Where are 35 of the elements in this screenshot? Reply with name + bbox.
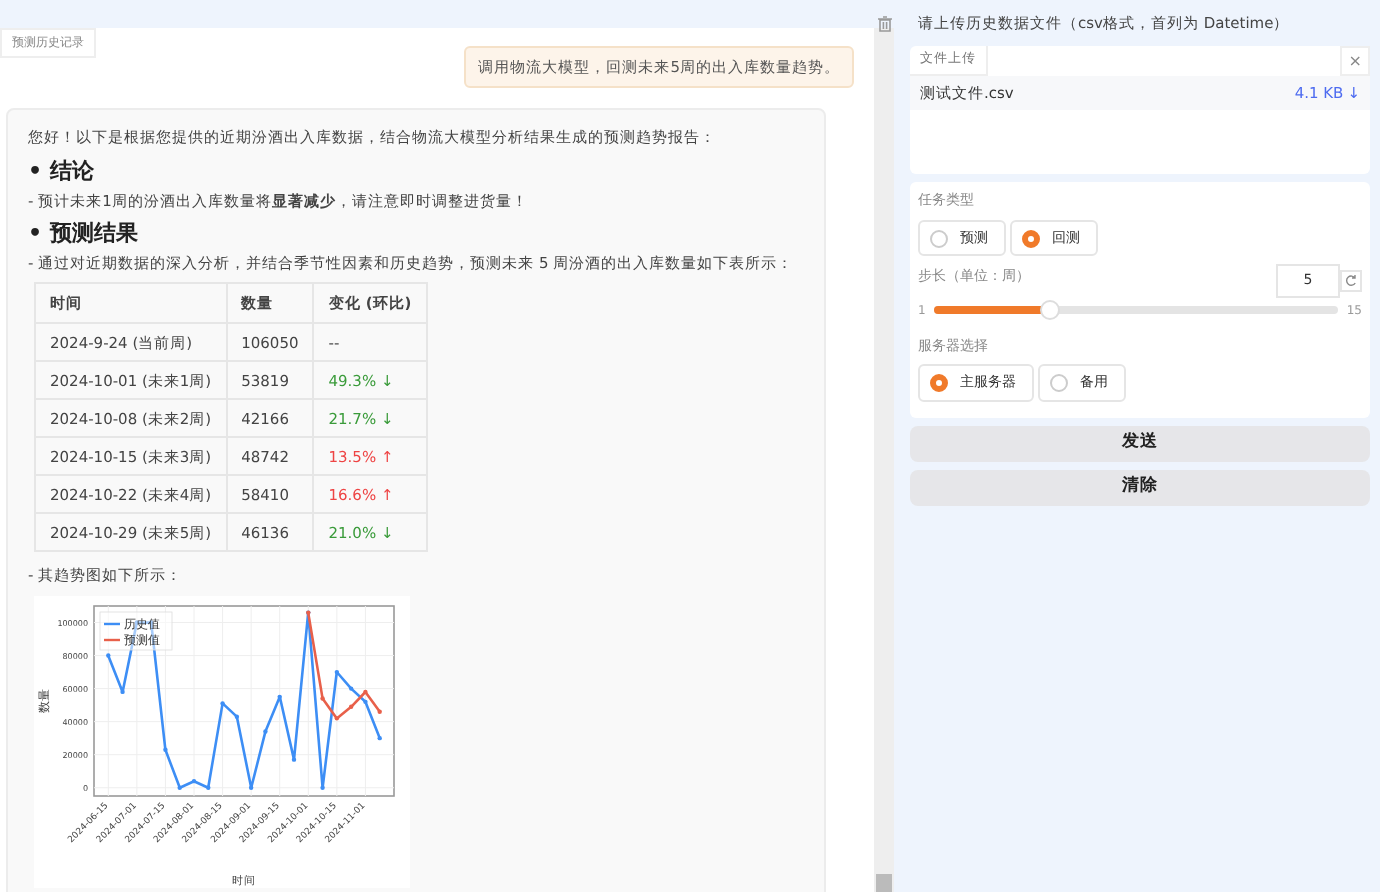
chart-legend bbox=[99, 610, 173, 650]
data-point bbox=[234, 713, 240, 719]
data-point bbox=[120, 688, 125, 694]
data-point bbox=[363, 698, 368, 704]
close-button[interactable]: × bbox=[1340, 46, 1370, 76]
action-button[interactable]: 清除 bbox=[910, 469, 1370, 506]
data-point bbox=[291, 756, 297, 762]
scrollbar-thumb[interactable] bbox=[876, 874, 892, 892]
data-point bbox=[363, 688, 368, 694]
data-point bbox=[320, 695, 325, 700]
data-point bbox=[277, 693, 282, 699]
slider-track[interactable] bbox=[933, 306, 1339, 315]
slider-thumb[interactable] bbox=[1039, 300, 1060, 321]
data-point bbox=[248, 784, 254, 790]
data-point bbox=[106, 652, 111, 657]
data-point bbox=[320, 784, 325, 790]
data-point bbox=[177, 784, 182, 790]
data-point bbox=[163, 746, 168, 752]
section-heading: • 预测结果 bbox=[28, 219, 140, 247]
action-button[interactable]: 发送 bbox=[910, 425, 1370, 462]
data-point bbox=[148, 619, 154, 624]
data-point bbox=[191, 778, 197, 783]
data-point bbox=[206, 784, 211, 790]
data-point bbox=[334, 669, 340, 674]
data-point bbox=[334, 715, 340, 720]
data-point bbox=[220, 700, 225, 705]
section-heading: • 结论 bbox=[28, 157, 96, 184]
reset-icon[interactable] bbox=[1340, 270, 1362, 292]
data-point bbox=[348, 685, 354, 691]
data-point bbox=[377, 735, 382, 740]
data-point bbox=[263, 728, 268, 733]
trash-icon[interactable] bbox=[877, 16, 891, 32]
data-point bbox=[377, 708, 382, 714]
data-point bbox=[134, 619, 140, 624]
data-point bbox=[348, 703, 354, 709]
